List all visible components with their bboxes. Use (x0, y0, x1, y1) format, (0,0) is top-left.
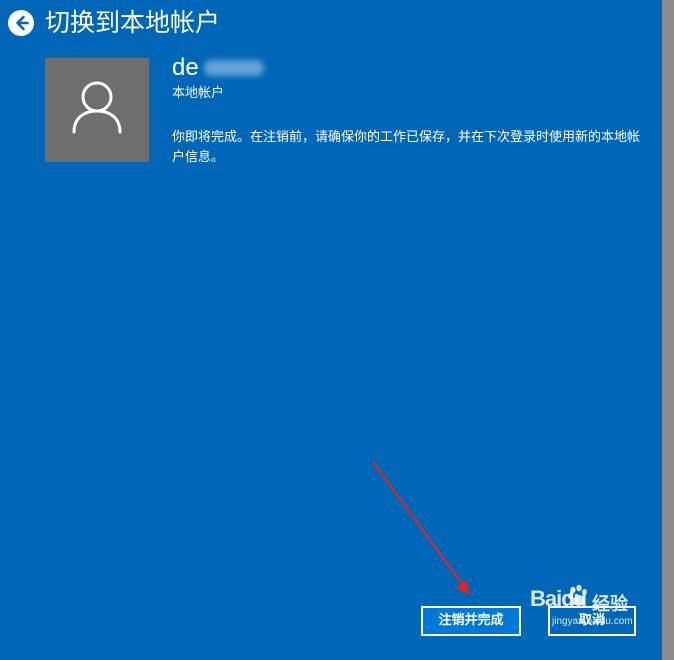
account-type: 本地帐户 (172, 86, 225, 101)
switch-to-local-account-page: 切换到本地帐户 de 本地帐户 你即将完成。在注销前，请确保你的工作已保存，并在… (0, 0, 674, 660)
redaction-blur (204, 60, 264, 76)
account-name-text: de (172, 54, 199, 81)
header: 切换到本地帐户 (0, 0, 660, 50)
annotation-arrow-head (456, 580, 470, 595)
account-name: de (172, 54, 264, 82)
back-button[interactable] (8, 10, 34, 36)
user-silhouette-icon (72, 81, 122, 134)
sign-out-and-finish-button[interactable]: 注销并完成 (421, 606, 521, 636)
window-edge-strip (662, 0, 674, 660)
annotation-arrow-line (372, 461, 464, 586)
avatar (45, 58, 149, 162)
account-message: 你即将完成。在注销前，请确保你的工作已保存，并在下次登录时使用新的本地帐户信息。 (172, 130, 641, 165)
page-title: 切换到本地帐户 (45, 8, 221, 37)
cancel-button[interactable]: 取消 (548, 606, 636, 636)
back-arrow-icon (9, 11, 33, 35)
account-info: de 本地帐户 (172, 54, 264, 103)
paw-icon (567, 584, 587, 605)
